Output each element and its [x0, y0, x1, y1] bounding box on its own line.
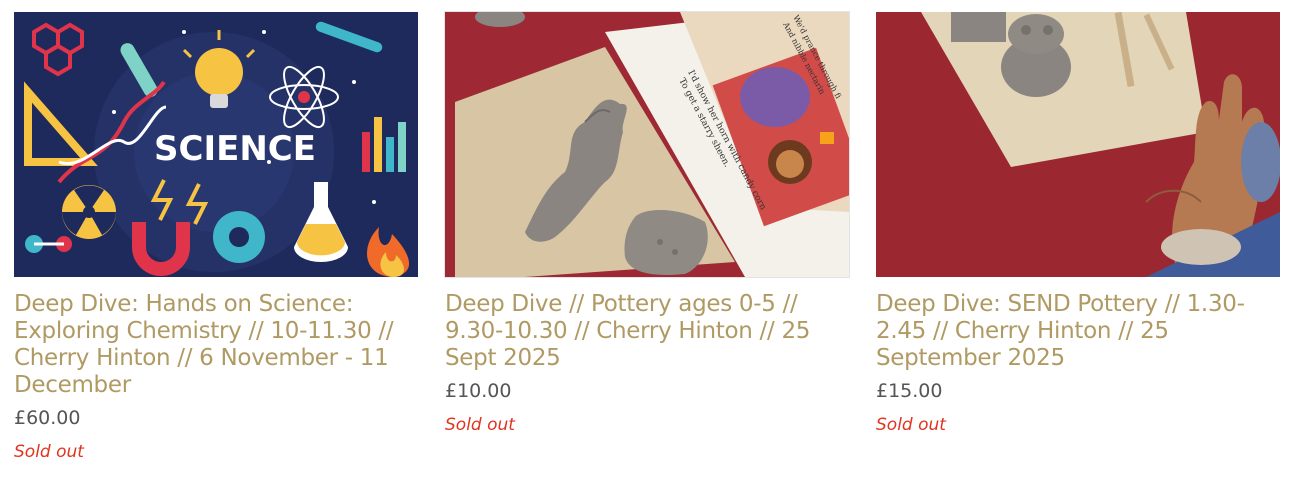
sold-out-badge: Sold out: [445, 415, 515, 435]
product-card[interactable]: SCIENCE Deep Dive: Hands on Science: Exp…: [14, 12, 418, 463]
product-image-science[interactable]: SCIENCE: [14, 12, 418, 277]
science-word: SCIENCE: [154, 129, 316, 169]
product-card[interactable]: Deep Dive: SEND Pottery // 1.30-2.45 // …: [876, 12, 1280, 436]
send-pottery-photo: [876, 12, 1280, 277]
product-title[interactable]: Deep Dive: SEND Pottery // 1.30-2.45 // …: [876, 291, 1280, 372]
product-image-send-pottery[interactable]: [876, 12, 1280, 277]
science-illustration: SCIENCE: [14, 12, 418, 277]
product-price: £60.00: [14, 407, 81, 429]
sold-out-badge: Sold out: [14, 442, 84, 462]
sold-out-badge: Sold out: [876, 415, 946, 435]
product-image-pottery-clay-unicorn[interactable]: I'd show her horn with candy corn To get…: [444, 11, 850, 278]
product-title[interactable]: Deep Dive: Hands on Science: Exploring C…: [14, 291, 418, 399]
pottery-photo: I'd show her horn with candy corn To get…: [445, 12, 849, 277]
product-title[interactable]: Deep Dive // Pottery ages 0-5 // 9.30-10…: [445, 291, 849, 372]
product-card[interactable]: I'd show her horn with candy corn To get…: [444, 11, 850, 436]
product-price: £10.00: [445, 380, 512, 402]
product-price: £15.00: [876, 380, 943, 402]
